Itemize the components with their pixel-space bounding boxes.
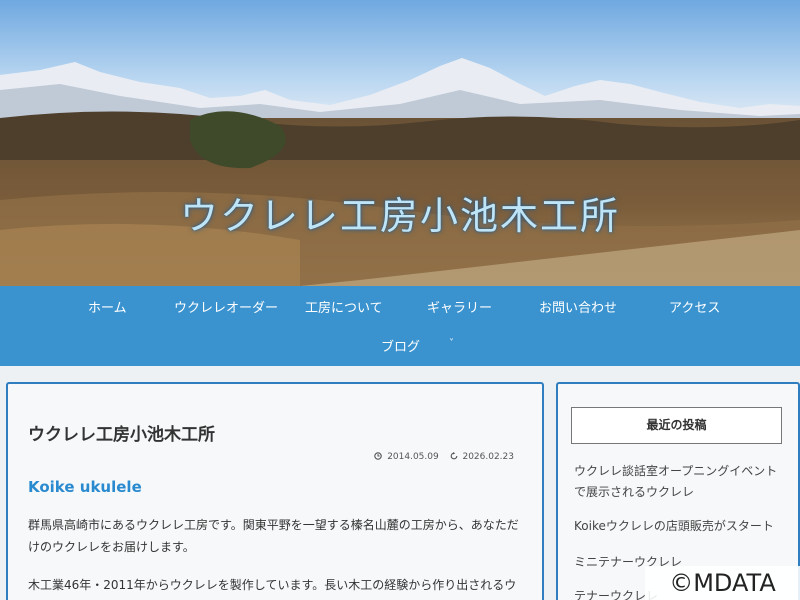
nav-item-contact[interactable]: お問い合わせ <box>539 297 617 316</box>
recent-post-title-line: で展示されるウクレレ <box>574 485 695 499</box>
nav-item-access[interactable]: アクセス <box>669 297 720 316</box>
main-navigation: ホーム ウクレレオーダー 工房について ギャラリー お問い合わせ アクセス ブロ… <box>0 286 800 366</box>
recent-post-link[interactable]: Koikeウクレレの店頭販売がスタート <box>574 516 789 537</box>
nav-item-about-workshop[interactable]: 工房について <box>305 297 383 316</box>
intro-paragraph-line: けのウクレレをお届けします。 <box>28 540 195 554</box>
nav-item-gallery[interactable]: ギャラリー <box>427 297 492 316</box>
intro-paragraph-line: 群馬県高崎市にあるウクレレ工房です。関東平野を一望する榛名山麓の工房から、あなた… <box>28 518 519 532</box>
site-title[interactable]: ウクレレ工房小池木工所 <box>0 185 800 240</box>
main-content: ウクレレ工房小池木工所 2014.05.09 2026.02.23 Koike … <box>6 382 544 600</box>
recent-post-link[interactable]: ウクレレ談話室オープニングイベント で展示されるウクレレ <box>574 461 789 503</box>
post-dates: 2014.05.09 2026.02.23 <box>366 452 514 462</box>
history-paragraph-line: 木工業46年・2011年からウクレレを製作しています。長い木工の経験から作り出さ… <box>28 578 517 592</box>
copyright-watermark: ©MDATA <box>645 566 800 600</box>
published-date: 2014.05.09 <box>387 452 439 462</box>
section-heading: Koike ukulele <box>28 478 142 496</box>
nav-item-home[interactable]: ホーム <box>88 297 127 316</box>
site-header: ウクレレ工房小池木工所 <box>0 0 800 286</box>
header-landscape-image <box>0 0 800 286</box>
nav-item-blog[interactable]: ブログ <box>381 336 420 355</box>
refresh-icon <box>450 452 461 462</box>
nav-item-ukulele-order[interactable]: ウクレレオーダー <box>174 297 278 316</box>
recent-posts-heading: 最近の投稿 <box>571 407 782 444</box>
recent-post-title-line: ウクレレ談話室オープニングイベント <box>574 464 778 478</box>
clock-icon <box>374 452 385 462</box>
page-title: ウクレレ工房小池木工所 <box>28 425 215 445</box>
chevron-down-icon[interactable]: ˅ <box>449 338 454 349</box>
updated-date: 2026.02.23 <box>462 452 514 462</box>
